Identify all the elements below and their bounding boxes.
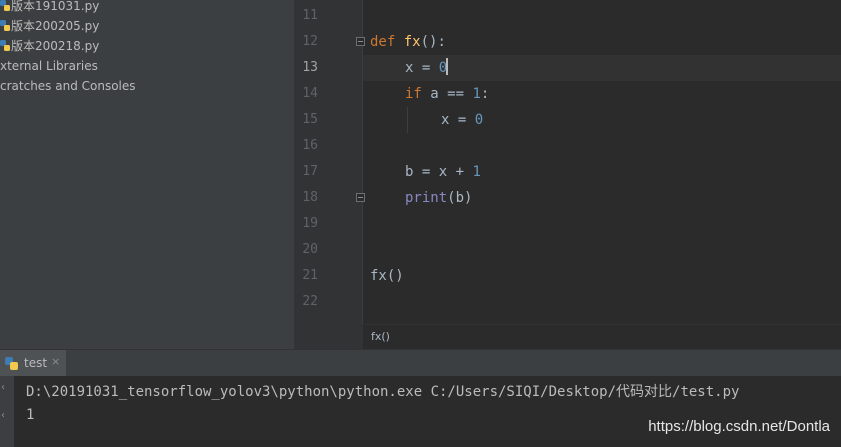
project-tree: 版本191031.py 版本200205.py 版本200218.py xter… [0,0,294,349]
python-file-icon [0,0,10,11]
line-number: 17 [302,164,318,179]
tree-item-label: 版本200218.py [11,39,100,53]
tree-item-external-libraries[interactable]: xternal Libraries [0,56,98,76]
tree-item-label: 版本191031.py [11,0,100,13]
run-toolbar: ‹ ‹ [0,376,14,447]
code-token: (b) [447,190,473,206]
line-number: 12 [302,34,318,49]
chevron-left-icon[interactable]: ‹ [1,410,5,421]
tree-item-label: cratches and Consoles [0,79,136,93]
code-line-if: if a == 1: [405,81,489,107]
watermark-text: https://blog.csdn.net/Dontla [648,418,830,435]
tree-item-label: xternal Libraries [0,59,98,73]
tree-item-file[interactable]: 版本200205.py [0,16,99,36]
text-caret [446,58,449,75]
number-token: 1 [472,164,481,180]
builtin-token: print [405,190,448,206]
console-line: D:\20191031_tensorflow_yolov3\python\pyt… [26,384,740,400]
function-name-token: fx [403,34,421,50]
code-line-assign: x = 0 [405,55,449,81]
code-token: x = [441,112,475,128]
tree-item-label: 版本200205.py [11,19,100,33]
line-number: 16 [302,138,318,153]
code-token: fx() [370,268,404,284]
tree-item-file[interactable]: 版本200218.py [0,36,99,56]
fold-end-icon[interactable] [356,193,365,202]
gutter-divider [362,0,363,324]
code-token: b = x + [405,164,473,180]
line-number: 15 [302,112,318,127]
keyword-token: if [405,86,422,102]
fold-toggle-icon[interactable] [356,37,365,46]
code-line-call: fx() [370,263,404,289]
code-token: x = [405,60,439,76]
code-line-def: def fx(): [370,29,446,55]
line-number: 18 [302,190,318,205]
line-number: 19 [302,216,318,231]
number-token: 1 [472,86,481,102]
line-number: 11 [302,8,318,23]
gutter-footer [294,324,363,349]
breadcrumb[interactable]: fx() [371,330,390,343]
line-number-current: 13 [302,60,318,75]
line-number: 14 [302,86,318,101]
tree-item-scratches[interactable]: cratches and Consoles [0,76,136,96]
code-line-print: print(b) [405,185,472,211]
number-token: 0 [474,112,484,128]
python-file-icon [0,40,10,51]
breadcrumb-bar [363,324,841,349]
code-token: a == [421,86,473,102]
line-number: 20 [302,242,318,257]
code-line-b: b = x + 1 [405,159,481,185]
chevron-left-icon[interactable]: ‹ [1,382,5,393]
keyword-token: def [370,34,396,50]
python-file-icon [0,20,10,31]
code-line-assign-inner: x = 0 [441,107,483,133]
code-token: : [480,86,490,102]
line-number: 22 [302,294,318,309]
run-tab-label: test [24,356,48,370]
line-number: 21 [302,268,318,283]
console-line: 1 [26,407,35,423]
run-tab-bar [0,349,841,376]
indent-guide [407,107,408,133]
tree-item-file[interactable]: 版本191031.py [0,0,99,16]
code-token: (): [420,34,446,50]
close-icon[interactable]: × [51,355,60,368]
python-run-icon [5,357,18,370]
